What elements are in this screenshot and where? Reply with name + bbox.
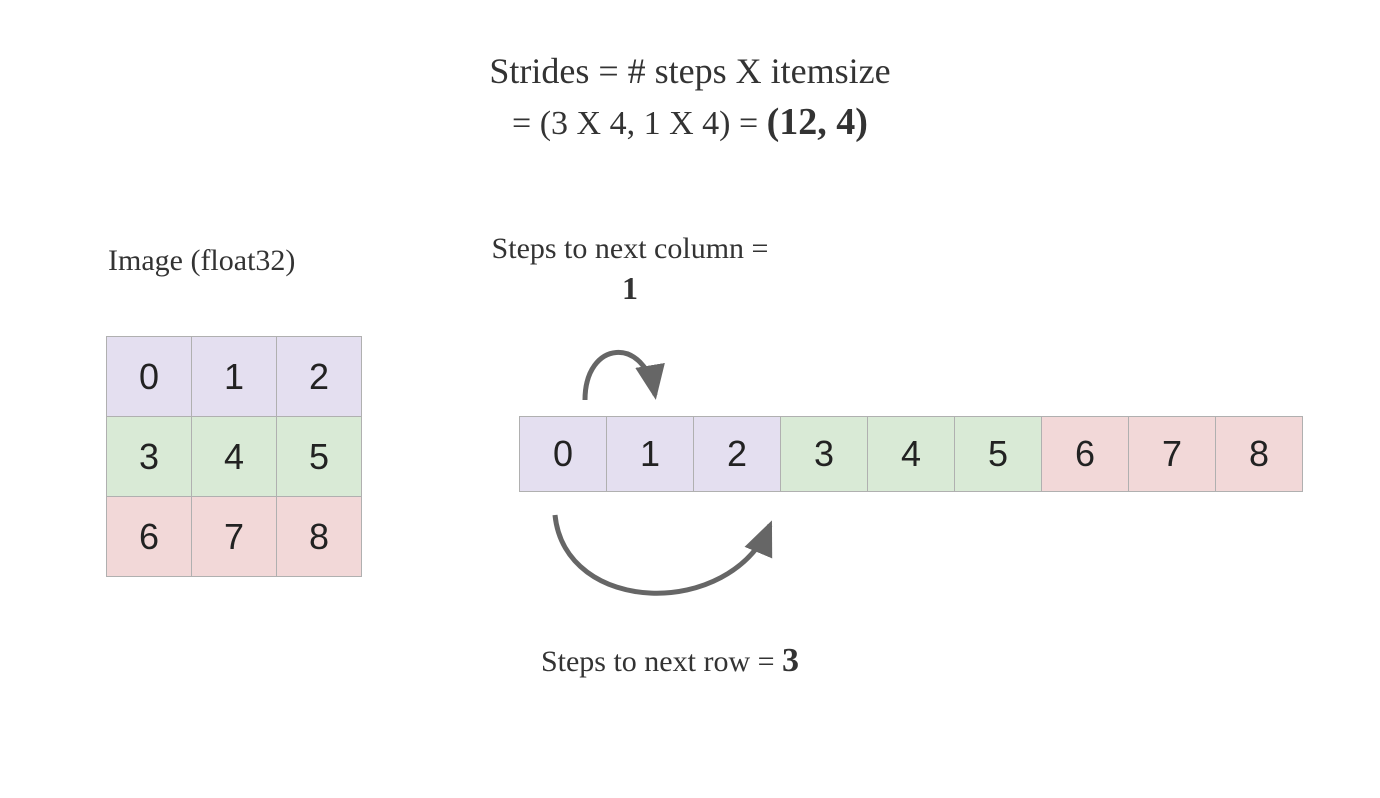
image-matrix: 0 1 2 3 4 5 6 7 8 [106,336,362,577]
flat-cell: 8 [1216,417,1303,492]
matrix-cell: 8 [277,497,362,577]
flat-cell: 5 [955,417,1042,492]
flat-cell: 7 [1129,417,1216,492]
flat-cell: 4 [868,417,955,492]
flat-cell: 0 [520,417,607,492]
matrix-cell: 7 [192,497,277,577]
matrix-cell: 0 [107,337,192,417]
flat-cell: 3 [781,417,868,492]
steps-row-value: 3 [782,642,799,679]
matrix-cell: 3 [107,417,192,497]
matrix-cell: 5 [277,417,362,497]
flat-cell: 2 [694,417,781,492]
title-line-2: = (3 X 4, 1 X 4) = (12, 4) [0,100,1380,144]
title-line-2-prefix: = (3 X 4, 1 X 4) = [512,105,767,142]
matrix-cell: 4 [192,417,277,497]
steps-row-text: Steps to next row = [541,645,782,678]
arrow-column-step-icon [560,320,680,410]
matrix-cell: 2 [277,337,362,417]
flat-cell: 6 [1042,417,1129,492]
steps-col-value: 1 [622,270,638,306]
matrix-cell: 6 [107,497,192,577]
steps-to-next-column-label: Steps to next column = 1 [490,230,770,308]
diagram-canvas: Strides = # steps X itemsize = (3 X 4, 1… [0,0,1380,798]
arrow-row-step-icon [530,500,790,630]
matrix-cell: 1 [192,337,277,417]
flat-memory-array: 0 1 2 3 4 5 6 7 8 [519,416,1303,492]
steps-to-next-row-label: Steps to next row = 3 [530,640,810,683]
title-line-1: Strides = # steps X itemsize [0,50,1380,92]
title-line-2-result: (12, 4) [767,101,868,143]
flat-cell: 1 [607,417,694,492]
image-label: Image (float32) [108,244,295,278]
steps-col-text: Steps to next column = [492,232,769,265]
